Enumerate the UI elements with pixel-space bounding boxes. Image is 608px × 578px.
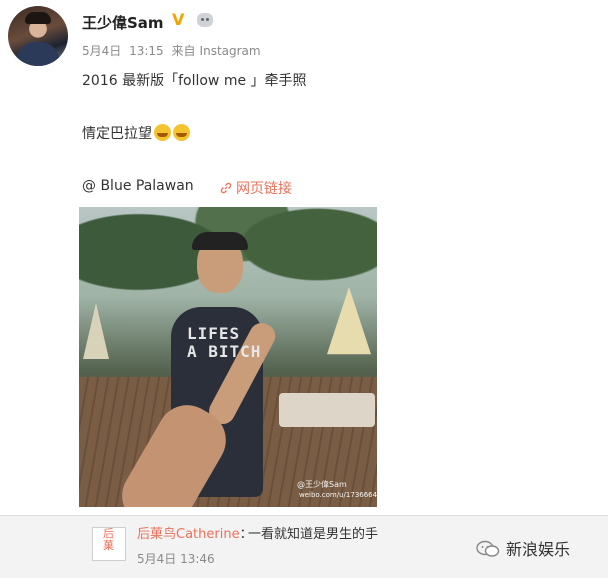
photo-man-cap	[192, 232, 248, 250]
comment-time: 5月4日 13:46	[137, 550, 215, 567]
commenter-name[interactable]: 后菓鸟Catherine：	[137, 523, 253, 542]
photo-watermark-url: weibo.com/u/1736664282	[299, 491, 377, 499]
verified-badge-icon: V	[172, 10, 185, 29]
avatar-hair	[25, 12, 51, 24]
wechat-icon	[476, 540, 500, 557]
comment-clock: 13:46	[180, 552, 215, 566]
commenter-avatar[interactable]: 后菓	[92, 527, 126, 561]
commenter-avatar-text: 后菓	[103, 527, 114, 552]
web-link-label: 网页链接	[236, 181, 292, 197]
post-photo[interactable]: LIFES A BITCH @王少偉Sam weibo.com/u/173666…	[79, 207, 377, 507]
comment-date: 5月4日	[137, 552, 177, 566]
commenter-name-text[interactable]: 后菓鸟Catherine	[137, 527, 240, 542]
post-text-line2: 情定巴拉望	[82, 123, 190, 143]
source-prefix: 来自	[171, 44, 196, 58]
user-avatar[interactable]	[8, 6, 68, 66]
photo-tank-text: LIFES A BITCH	[187, 324, 262, 361]
panda-level-icon	[197, 13, 213, 27]
post-meta: 5月4日 13:15 来自 Instagram	[82, 42, 265, 59]
location-tag[interactable]: @ Blue Palawan	[82, 178, 194, 194]
laughing-crying-emoji-icon	[154, 124, 171, 141]
post-text-line2-content: 情定巴拉望	[82, 126, 152, 142]
comment-text: 一看就知道是男生的手	[248, 527, 379, 542]
link-icon	[220, 182, 232, 194]
weibo-post: 王少偉Sam V 5月4日 13:15 来自 Instagram 2016 最新版…	[0, 0, 608, 515]
brand-watermark: 新浪娱乐	[476, 536, 570, 560]
avatar-shirt	[16, 42, 60, 66]
brand-label: 新浪娱乐	[506, 540, 571, 559]
web-link[interactable]: 网页链接	[220, 178, 292, 198]
post-source[interactable]: Instagram	[200, 44, 261, 58]
username[interactable]: 王少偉Sam	[82, 12, 164, 33]
photo-lounge-chair	[279, 393, 375, 427]
laughing-crying-emoji-icon	[173, 124, 190, 141]
post-text-line1: 2016 最新版「follow me 」牵手照	[82, 73, 307, 89]
post-time: 13:15	[129, 44, 164, 58]
post-date: 5月4日	[82, 44, 122, 58]
photo-watermark: @王少偉Sam	[297, 480, 347, 489]
